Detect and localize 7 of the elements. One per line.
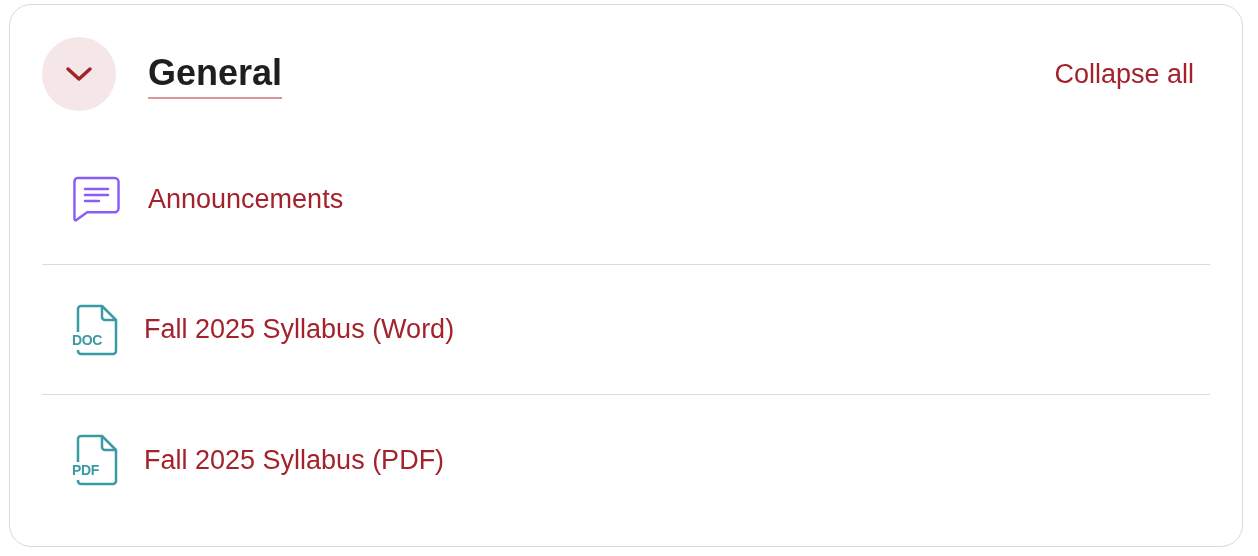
- item-link[interactable]: Fall 2025 Syllabus (PDF): [144, 439, 445, 481]
- section-title: General: [148, 51, 283, 99]
- chevron-icon: [64, 65, 94, 83]
- item-link[interactable]: Fall 2025 Syllabus (Word): [144, 309, 455, 350]
- chat-icon: [72, 174, 122, 225]
- item-link[interactable]: Announcements: [148, 179, 344, 220]
- collapse-all-link[interactable]: Collapse all: [1054, 53, 1194, 95]
